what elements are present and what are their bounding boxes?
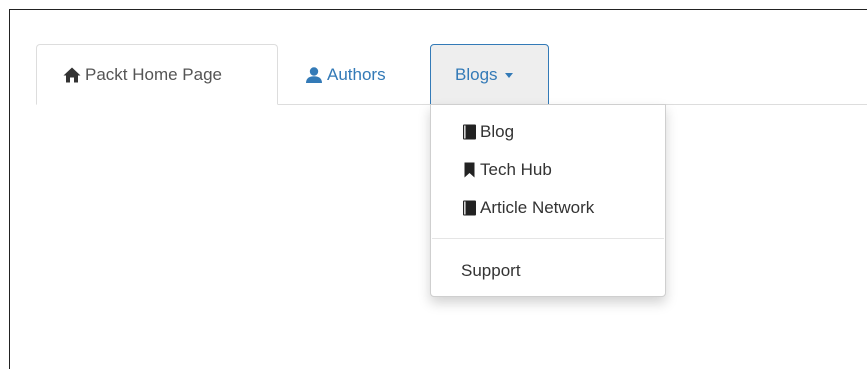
tab-label: Blogs [455, 64, 498, 84]
book-icon [461, 200, 477, 216]
tab-blogs-dropdown-toggle[interactable]: Blogs [430, 44, 549, 105]
menu-divider [432, 238, 664, 239]
book-icon [461, 124, 477, 140]
user-icon [304, 66, 324, 84]
menu-item-support[interactable]: Support [431, 253, 665, 289]
tab-label: Authors [327, 64, 386, 84]
caret-down-icon [504, 73, 513, 78]
menu-item-label: Tech Hub [480, 160, 552, 179]
menu-item-label: Support [461, 261, 521, 280]
menu-item-tech-hub[interactable]: Tech Hub [431, 152, 665, 188]
home-icon [62, 66, 82, 84]
menu-item-label: Blog [480, 122, 515, 141]
menu-item-label: Article Network [480, 198, 595, 217]
tab-authors[interactable]: Authors [278, 44, 430, 105]
menu-item-blog[interactable]: Blog [431, 114, 665, 150]
tab-packt-home-page[interactable]: Packt Home Page [36, 44, 278, 105]
menu-item-article-network[interactable]: Article Network [431, 190, 665, 226]
blogs-dropdown-menu: Blog Tech Hub Article Network Support [430, 104, 666, 297]
bookmark-icon [461, 162, 477, 178]
tab-label: Packt Home Page [85, 64, 223, 84]
